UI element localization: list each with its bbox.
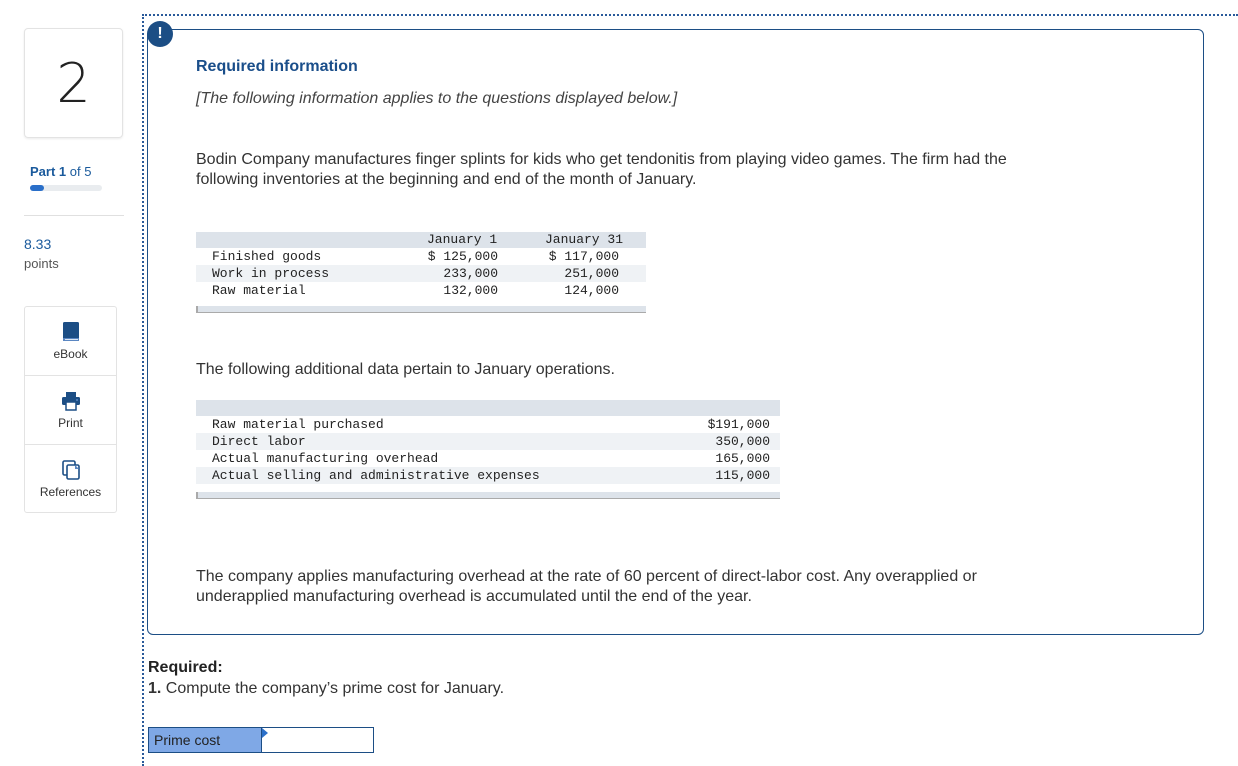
- table-cell: $ 117,000: [548, 249, 619, 264]
- input-flag-icon: [262, 728, 268, 738]
- intro-paragraph: Bodin Company manufactures finger splint…: [196, 150, 1007, 190]
- row-label: Work in process: [212, 266, 330, 281]
- row-label: Raw material: [212, 283, 306, 298]
- part-progress-bar: [30, 185, 102, 191]
- inventory-table: January 1 January 31 Finished goods $ 12…: [196, 232, 646, 313]
- required-heading: Required:: [148, 659, 223, 676]
- question-number-label: 1.: [148, 680, 162, 697]
- table-row: Actual manufacturing overhead 165,000: [196, 450, 780, 467]
- ebook-button[interactable]: eBook: [25, 307, 116, 376]
- table-row: Actual selling and administrative expens…: [196, 467, 780, 484]
- divider: [24, 215, 124, 216]
- ebook-label: eBook: [53, 347, 88, 361]
- book-icon: [62, 322, 79, 341]
- points-value: 8.33: [24, 236, 52, 252]
- table-cell: 124,000: [564, 283, 619, 298]
- overhead-line: underapplied manufacturing overhead is a…: [196, 588, 752, 605]
- print-button[interactable]: Print: [25, 376, 116, 445]
- question-frame-left: [142, 14, 144, 766]
- row-label: Actual selling and administrative expens…: [212, 468, 540, 483]
- question-frame-top: [142, 14, 1238, 16]
- table-cell: $ 125,000: [427, 249, 498, 264]
- table-row: Work in process 233,000 251,000: [196, 265, 646, 282]
- tools-panel: eBook Print References: [24, 306, 117, 513]
- print-label: Print: [58, 416, 83, 430]
- column-header: January 1: [427, 232, 498, 247]
- table-row: Direct labor 350,000: [196, 433, 780, 450]
- table-row: Finished goods $ 125,000 $ 117,000: [196, 248, 646, 265]
- required-info-note: [The following information applies to th…: [196, 90, 678, 107]
- references-button[interactable]: References: [25, 445, 116, 513]
- question-number: 2: [24, 28, 123, 138]
- row-label: Actual manufacturing overhead: [212, 451, 439, 466]
- part-current: 1: [58, 164, 67, 179]
- table-cell: $191,000: [707, 417, 770, 432]
- row-label: Direct labor: [212, 434, 306, 449]
- intro-line: following inventories at the beginning a…: [196, 171, 697, 188]
- prime-cost-label: Prime cost: [148, 727, 262, 753]
- table-cell: 165,000: [715, 451, 770, 466]
- overhead-paragraph: The company applies manufacturing overhe…: [196, 567, 977, 607]
- additional-data-text: The following additional data pertain to…: [196, 361, 615, 378]
- overhead-line: The company applies manufacturing overhe…: [196, 568, 977, 585]
- question-text: Compute the company’s prime cost for Jan…: [165, 680, 505, 697]
- table-cell: 233,000: [443, 266, 498, 281]
- alert-icon: !: [147, 21, 173, 47]
- points-label: points: [24, 256, 59, 271]
- part-prefix: Part: [30, 164, 56, 179]
- required-info-panel: [147, 29, 1204, 635]
- table-row: Raw material purchased $191,000: [196, 416, 780, 433]
- table-footer: [196, 306, 646, 313]
- table-cell: 350,000: [715, 434, 770, 449]
- table-row: Raw material 132,000 124,000: [196, 282, 646, 299]
- table-cell: 251,000: [564, 266, 619, 281]
- prime-cost-input[interactable]: [262, 727, 374, 753]
- row-label: Raw material purchased: [212, 417, 384, 432]
- part-progress-fill: [30, 185, 45, 191]
- column-header: January 31: [545, 232, 624, 247]
- answer-row: Prime cost: [148, 727, 374, 753]
- table-cell: 132,000: [443, 283, 498, 298]
- printer-icon: [61, 392, 80, 411]
- operations-table: Raw material purchased $191,000 Direct l…: [196, 400, 780, 499]
- table-footer: [196, 492, 780, 499]
- references-label: References: [39, 485, 102, 499]
- intro-line: Bodin Company manufactures finger splint…: [196, 151, 1007, 168]
- required-info-title: Required information: [196, 58, 358, 75]
- table-cell: 115,000: [715, 468, 770, 483]
- part-indicator: Part 1 of 5: [30, 164, 91, 179]
- row-label: Finished goods: [212, 249, 322, 264]
- table-header: [196, 400, 780, 416]
- references-icon: [61, 460, 80, 480]
- required-question: 1. Compute the company’s prime cost for …: [148, 680, 504, 698]
- part-of: of 5: [69, 164, 92, 179]
- table-header: January 1 January 31: [196, 232, 646, 248]
